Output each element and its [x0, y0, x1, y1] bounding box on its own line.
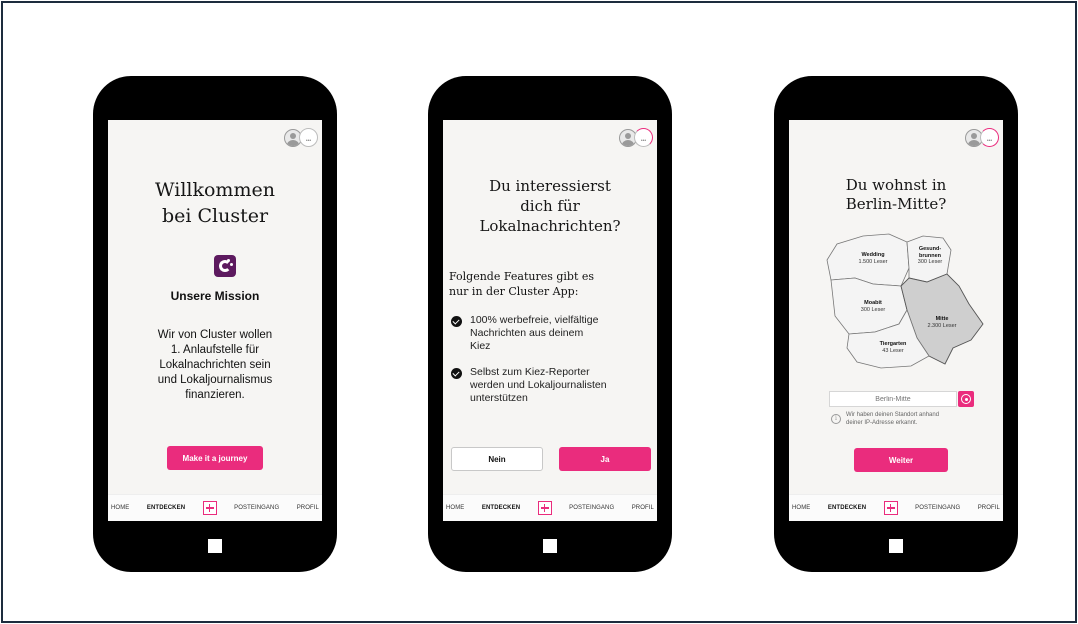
progress-ring-icon: •••	[980, 128, 999, 147]
progress-ring-icon: •••	[634, 128, 653, 147]
top-icons: •••	[284, 128, 318, 147]
nav-inbox[interactable]: POSTEINGANG	[569, 505, 614, 511]
nav-discover[interactable]: ENTDECKEN	[147, 505, 185, 511]
bottom-nav: HOME ENTDECKEN POSTEINGANG PROFIL	[108, 494, 322, 521]
interest-title: Du interessierst dich für Lokalnachricht…	[479, 177, 621, 235]
location-input[interactable]	[829, 391, 957, 407]
district-label-wedding[interactable]: Wedding 1.500 Leser	[851, 252, 895, 265]
district-label-moabit[interactable]: Moabit 300 Leser	[853, 300, 893, 313]
feature-item: 100% werbefreie, vielfältige Nachrichten…	[451, 314, 655, 353]
district-label-gesundbrunnen[interactable]: Gesund- brunnen 300 Leser	[911, 246, 949, 266]
nav-home[interactable]: HOME	[792, 505, 810, 511]
phone-home-button[interactable]	[208, 539, 222, 553]
cluster-logo-icon	[214, 255, 236, 277]
district-label-tiergarten[interactable]: Tiergarten 43 Leser	[873, 341, 913, 354]
mission-heading: Unsere Mission	[170, 289, 260, 303]
nav-home[interactable]: HOME	[111, 505, 129, 511]
nav-profile[interactable]: PROFIL	[632, 505, 654, 511]
phone-welcome: ••• Willkommen bei Cluster Unsere Missio…	[93, 76, 337, 572]
nav-inbox[interactable]: POSTEINGANG	[915, 505, 960, 511]
location-info-text: Wir haben deinen Standort anhand deiner …	[846, 412, 940, 426]
feature-item: Selbst zum Kiez-Reporter werden und Loka…	[451, 366, 655, 405]
nav-discover[interactable]: ENTDECKEN	[828, 505, 866, 511]
location-title: Du wohnst in Berlin-Mitte?	[845, 176, 947, 213]
features-heading: Folgende Features gibt es nur in der Clu…	[449, 270, 595, 298]
phone-location: ••• Du wohnst in Berlin-Mitte? Wedding 1…	[774, 76, 1018, 572]
top-icons: •••	[619, 128, 653, 147]
bottom-nav: HOME ENTDECKEN POSTEINGANG PROFIL	[789, 494, 1003, 521]
plus-icon[interactable]	[537, 501, 552, 515]
yes-button[interactable]: Ja	[559, 447, 651, 471]
nav-profile[interactable]: PROFIL	[978, 505, 1000, 511]
nav-home[interactable]: HOME	[446, 505, 464, 511]
screen-welcome: ••• Willkommen bei Cluster Unsere Missio…	[108, 120, 322, 521]
phone-home-button[interactable]	[543, 539, 557, 553]
bottom-nav: HOME ENTDECKEN POSTEINGANG PROFIL	[443, 494, 657, 521]
top-icons: •••	[965, 128, 999, 147]
progress-ring-icon: •••	[299, 128, 318, 147]
check-icon	[451, 368, 462, 379]
district-map: Wedding 1.500 Leser Gesund- brunnen 300 …	[811, 220, 991, 385]
info-icon: i	[831, 414, 841, 424]
nav-discover[interactable]: ENTDECKEN	[482, 505, 520, 511]
district-label-mitte[interactable]: Mitte 2.300 Leser	[921, 316, 963, 329]
plus-icon[interactable]	[202, 501, 217, 515]
nav-profile[interactable]: PROFIL	[297, 505, 319, 511]
presentation-frame: ••• Willkommen bei Cluster Unsere Missio…	[1, 1, 1077, 623]
target-icon[interactable]	[958, 391, 974, 407]
screen-location: ••• Du wohnst in Berlin-Mitte? Wedding 1…	[789, 120, 1003, 521]
phone-home-button[interactable]	[889, 539, 903, 553]
screen-interest: ••• Du interessierst dich für Lokalnachr…	[443, 120, 657, 521]
no-button[interactable]: Nein	[451, 447, 543, 471]
check-icon	[451, 316, 462, 327]
make-it-a-journey-button[interactable]: Make it a journey	[167, 446, 263, 470]
district-map-svg	[826, 233, 984, 369]
phone-interest: ••• Du interessierst dich für Lokalnachr…	[428, 76, 672, 572]
welcome-title: Willkommen bei Cluster	[155, 179, 275, 227]
mission-text: Wir von Cluster wollen 1. Anlaufstelle f…	[157, 329, 273, 401]
nav-inbox[interactable]: POSTEINGANG	[234, 505, 279, 511]
continue-button[interactable]: Weiter	[854, 448, 948, 472]
plus-icon[interactable]	[883, 501, 898, 515]
